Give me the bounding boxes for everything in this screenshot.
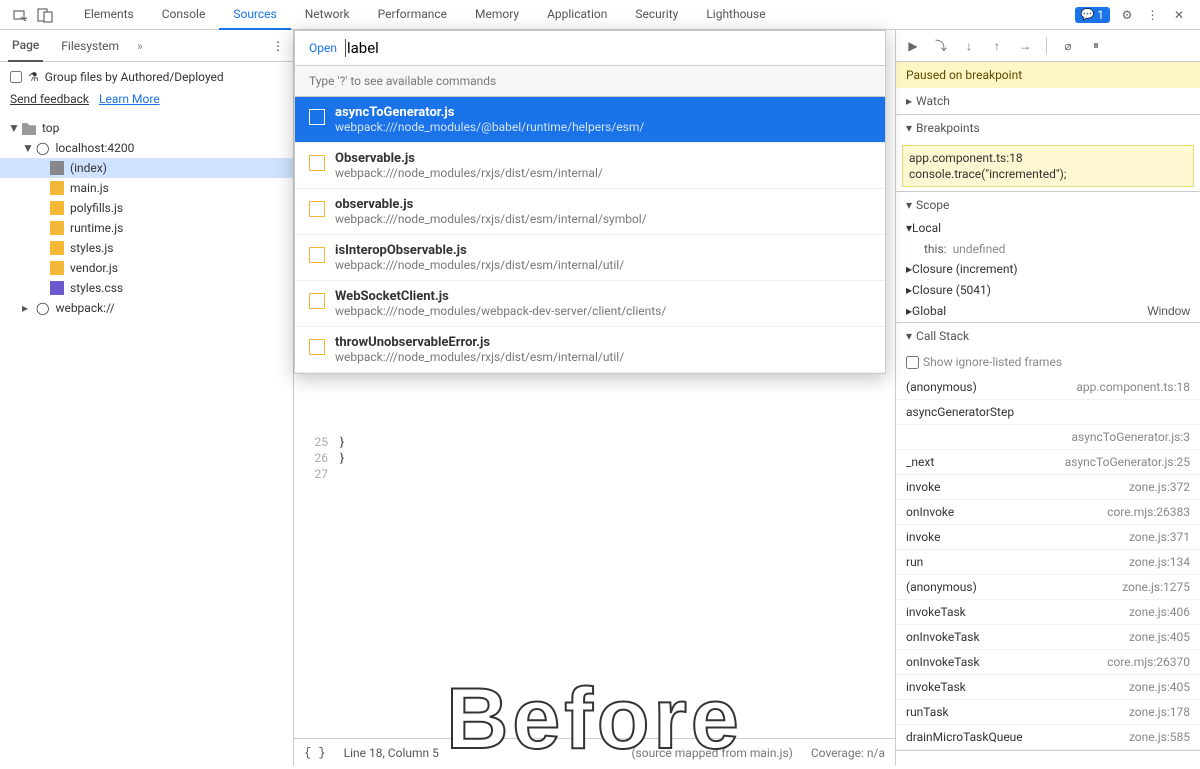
cloud-icon: ◯ bbox=[36, 301, 49, 315]
stack-frame[interactable]: onInvokecore.mjs:26383 bbox=[896, 500, 1200, 525]
inspect-icon[interactable] bbox=[12, 6, 30, 24]
tab-elements[interactable]: Elements bbox=[70, 0, 148, 30]
stack-frame[interactable]: runTaskzone.js:178 bbox=[896, 700, 1200, 725]
tree-file-runtime[interactable]: runtime.js bbox=[0, 218, 293, 238]
tab-application[interactable]: Application bbox=[533, 0, 621, 30]
device-icon[interactable] bbox=[36, 6, 54, 24]
tab-network[interactable]: Network bbox=[291, 0, 364, 30]
stack-frame[interactable]: (anonymous)zone.js:1275 bbox=[896, 575, 1200, 600]
tree-file-stylesjs[interactable]: styles.js bbox=[0, 238, 293, 258]
deactivate-bp-icon[interactable]: ⌀ bbox=[1059, 37, 1077, 55]
open-result-1[interactable]: Observable.jswebpack:///node_modules/rxj… bbox=[295, 143, 885, 189]
tree-file-stylescss[interactable]: styles.css bbox=[0, 278, 293, 298]
step-over-icon[interactable]: ⤵ bbox=[932, 37, 950, 55]
subtab-page[interactable]: Page bbox=[8, 30, 43, 62]
source-mapped: (source mapped from main.js) bbox=[631, 746, 792, 760]
group-checkbox[interactable] bbox=[10, 71, 22, 83]
tree-file-main[interactable]: main.js bbox=[0, 178, 293, 198]
main-tabs: Elements Console Sources Network Perform… bbox=[70, 0, 1075, 30]
stack-frame[interactable]: invokezone.js:372 bbox=[896, 475, 1200, 500]
subtab-filesystem[interactable]: Filesystem bbox=[57, 31, 123, 61]
group-label: Group files by Authored/Deployed bbox=[45, 70, 224, 84]
tree-file-vendor[interactable]: vendor.js bbox=[0, 258, 293, 278]
learn-link[interactable]: Learn More bbox=[99, 92, 160, 106]
open-result-2[interactable]: observable.jswebpack:///node_modules/rxj… bbox=[295, 189, 885, 235]
open-hint: Type '?' to see available commands bbox=[295, 65, 885, 97]
close-icon[interactable]: ✕ bbox=[1170, 6, 1188, 24]
js-icon bbox=[50, 241, 64, 255]
scope-this: this:undefined bbox=[896, 239, 1200, 259]
tree-host[interactable]: ▼◯localhost:4200 bbox=[0, 138, 293, 158]
scope-global[interactable]: ▸ GlobalWindow bbox=[896, 301, 1200, 322]
file-icon bbox=[50, 161, 64, 175]
stack-frame[interactable]: asyncGeneratorStep bbox=[896, 400, 1200, 425]
folder-icon bbox=[22, 121, 36, 135]
code-content[interactable]: }} bbox=[340, 434, 344, 466]
open-input[interactable] bbox=[345, 39, 405, 57]
feedback-link[interactable]: Send feedback bbox=[10, 92, 89, 106]
open-result-5[interactable]: throwUnobservableError.jswebpack:///node… bbox=[295, 327, 885, 373]
callstack-header[interactable]: ▾ Call Stack bbox=[896, 323, 1200, 349]
scope-header[interactable]: ▾ Scope bbox=[896, 192, 1200, 218]
stack-frame[interactable]: runzone.js:134 bbox=[896, 550, 1200, 575]
breakpoint-item[interactable]: app.component.ts:18 console.trace("incre… bbox=[902, 145, 1194, 187]
tab-sources[interactable]: Sources bbox=[219, 0, 290, 30]
step-out-icon[interactable]: ↑ bbox=[988, 37, 1006, 55]
open-label: Open bbox=[309, 41, 337, 55]
scope-closure1[interactable]: ▸ Closure (increment) bbox=[896, 259, 1200, 280]
coverage: Coverage: n/a bbox=[811, 746, 885, 760]
breakpoints-header[interactable]: ▾ Breakpoints bbox=[896, 115, 1200, 141]
step-icon[interactable]: → bbox=[1016, 37, 1034, 55]
tab-performance[interactable]: Performance bbox=[364, 0, 461, 30]
tab-console[interactable]: Console bbox=[148, 0, 220, 30]
cloud-icon: ◯ bbox=[36, 141, 49, 155]
stack-frame[interactable]: invokeTaskzone.js:406 bbox=[896, 600, 1200, 625]
tab-lighthouse[interactable]: Lighthouse bbox=[692, 0, 779, 30]
css-icon bbox=[50, 281, 64, 295]
tree-file-polyfills[interactable]: polyfills.js bbox=[0, 198, 293, 218]
format-icon[interactable]: { } bbox=[304, 746, 326, 760]
open-result-4[interactable]: WebSocketClient.jswebpack:///node_module… bbox=[295, 281, 885, 327]
tree-webpack[interactable]: ▸◯webpack:// bbox=[0, 298, 293, 318]
js-icon bbox=[50, 261, 64, 275]
pause-exc-icon[interactable]: ⏸ bbox=[1087, 37, 1105, 55]
stack-frame[interactable]: asyncToGenerator.js:3 bbox=[896, 425, 1200, 450]
ignore-frames[interactable]: Show ignore-listed frames bbox=[896, 349, 1200, 375]
open-file-dialog: Open Type '?' to see available commands … bbox=[294, 30, 886, 374]
stack-frame[interactable]: (anonymous)app.component.ts:18 bbox=[896, 375, 1200, 400]
open-result-0[interactable]: asyncToGenerator.jswebpack:///node_modul… bbox=[295, 97, 885, 143]
scope-local[interactable]: ▾ Local bbox=[896, 218, 1200, 239]
open-result-3[interactable]: isInteropObservable.jswebpack:///node_mo… bbox=[295, 235, 885, 281]
js-icon bbox=[50, 221, 64, 235]
js-icon bbox=[50, 201, 64, 215]
tab-memory[interactable]: Memory bbox=[461, 0, 533, 30]
stack-frame[interactable]: onInvokeTaskcore.mjs:26370 bbox=[896, 650, 1200, 675]
tree-file-index[interactable]: (index) bbox=[0, 158, 293, 178]
watch-header[interactable]: ▸ Watch bbox=[896, 88, 1200, 114]
stack-frame[interactable]: drainMicroTaskQueuezone.js:585 bbox=[896, 725, 1200, 750]
stack-frame[interactable]: invokezone.js:371 bbox=[896, 525, 1200, 550]
messages-badge[interactable]: 💬 1 bbox=[1075, 7, 1110, 23]
cursor-position: Line 18, Column 5 bbox=[344, 746, 439, 760]
gear-icon[interactable]: ⚙ bbox=[1118, 6, 1136, 24]
stack-frame[interactable]: onInvokeTaskzone.js:405 bbox=[896, 625, 1200, 650]
stack-frame[interactable]: invokeTaskzone.js:405 bbox=[896, 675, 1200, 700]
subtabs-overflow-icon[interactable]: » bbox=[137, 39, 143, 53]
more-icon[interactable]: ⋮ bbox=[1144, 6, 1162, 24]
tree-top[interactable]: ▼top bbox=[0, 118, 293, 138]
step-into-icon[interactable]: ↓ bbox=[960, 37, 978, 55]
resume-icon[interactable]: ▶ bbox=[904, 37, 922, 55]
stack-frame[interactable]: _nextasyncToGenerator.js:25 bbox=[896, 450, 1200, 475]
flask-icon: ⚗ bbox=[28, 70, 39, 84]
subtabs-more-icon[interactable]: ⋮ bbox=[272, 39, 285, 53]
js-icon bbox=[50, 181, 64, 195]
scope-closure2[interactable]: ▸ Closure (5041) bbox=[896, 280, 1200, 301]
paused-banner: Paused on breakpoint bbox=[896, 62, 1200, 88]
tab-security[interactable]: Security bbox=[621, 0, 692, 30]
